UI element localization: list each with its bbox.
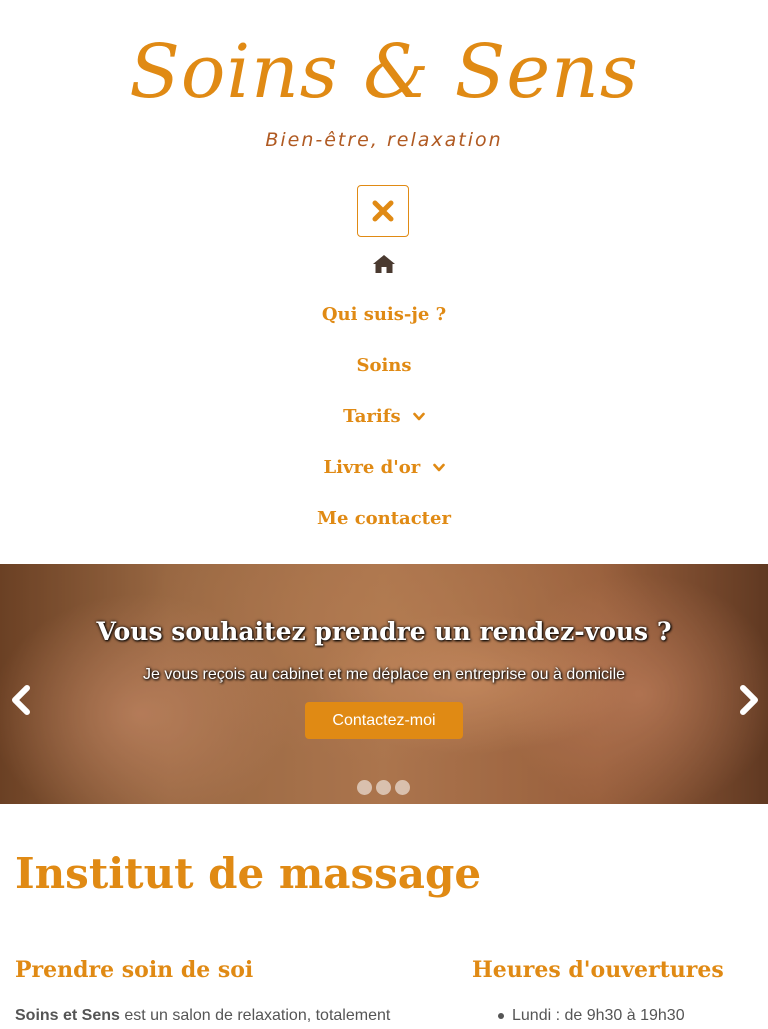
menu-close-button[interactable] <box>357 185 409 237</box>
chevron-left-icon <box>12 685 30 715</box>
nav-home[interactable] <box>372 254 396 274</box>
hero-title: Vous souhaitez prendre un rendez-vous ? <box>96 617 672 646</box>
carousel-dot[interactable] <box>357 780 372 795</box>
chevron-down-icon <box>432 463 445 472</box>
logo-wordmark: Soins & Sens <box>129 29 639 115</box>
nav-item-label: Tarifs <box>343 406 401 427</box>
close-icon <box>372 200 394 222</box>
carousel-prev-button[interactable] <box>8 684 34 716</box>
nav-item-label: Me contacter <box>317 508 451 529</box>
hero-subtitle: Je vous reçois au cabinet et me déplace … <box>142 666 626 683</box>
carousel-dot[interactable] <box>395 780 410 795</box>
carousel-dot[interactable] <box>376 780 391 795</box>
nav-item-label: Soins <box>356 355 412 376</box>
carousel-next-button[interactable] <box>736 684 762 716</box>
nav-item-tarifs[interactable]: Tarifs <box>0 404 768 430</box>
nav-item-soins[interactable]: Soins <box>0 353 768 379</box>
carousel-indicators <box>357 780 410 796</box>
page-title: Institut de massage <box>15 849 482 898</box>
nav-item-qui-suis-je[interactable]: Qui suis-je ? <box>0 302 768 328</box>
intro-brand-name: Soins et Sens <box>15 1007 120 1024</box>
site-logo[interactable]: Soins & Sens Bien-être, relaxation <box>0 0 768 170</box>
home-icon <box>373 255 395 273</box>
nav-item-me-contacter[interactable]: Me contacter <box>0 506 768 532</box>
nav-item-label: Livre d'or <box>323 457 421 478</box>
section-heading-heures: Heures d'ouvertures <box>472 957 724 983</box>
intro-text: est un salon de relaxation, totalement <box>119 1007 391 1024</box>
chevron-right-icon <box>740 685 758 715</box>
chevron-down-icon <box>413 412 425 421</box>
intro-paragraph: Soins et Sens est un salon de relaxation… <box>15 1003 445 1029</box>
opening-hours-item: Lundi : de 9h30 à 19h30 <box>512 1007 685 1024</box>
logo-tagline: Bien-être, relaxation <box>265 129 503 151</box>
hero-carousel: Vous souhaitez prendre un rendez-vous ? … <box>0 564 768 804</box>
nav-item-label: Qui suis-je ? <box>321 304 447 325</box>
contact-button[interactable]: Contactez-moi <box>305 702 463 739</box>
section-heading-prendre-soin: Prendre soin de soi <box>15 957 254 983</box>
list-bullet <box>498 1013 504 1019</box>
nav-item-livre-dor[interactable]: Livre d'or <box>0 455 768 481</box>
